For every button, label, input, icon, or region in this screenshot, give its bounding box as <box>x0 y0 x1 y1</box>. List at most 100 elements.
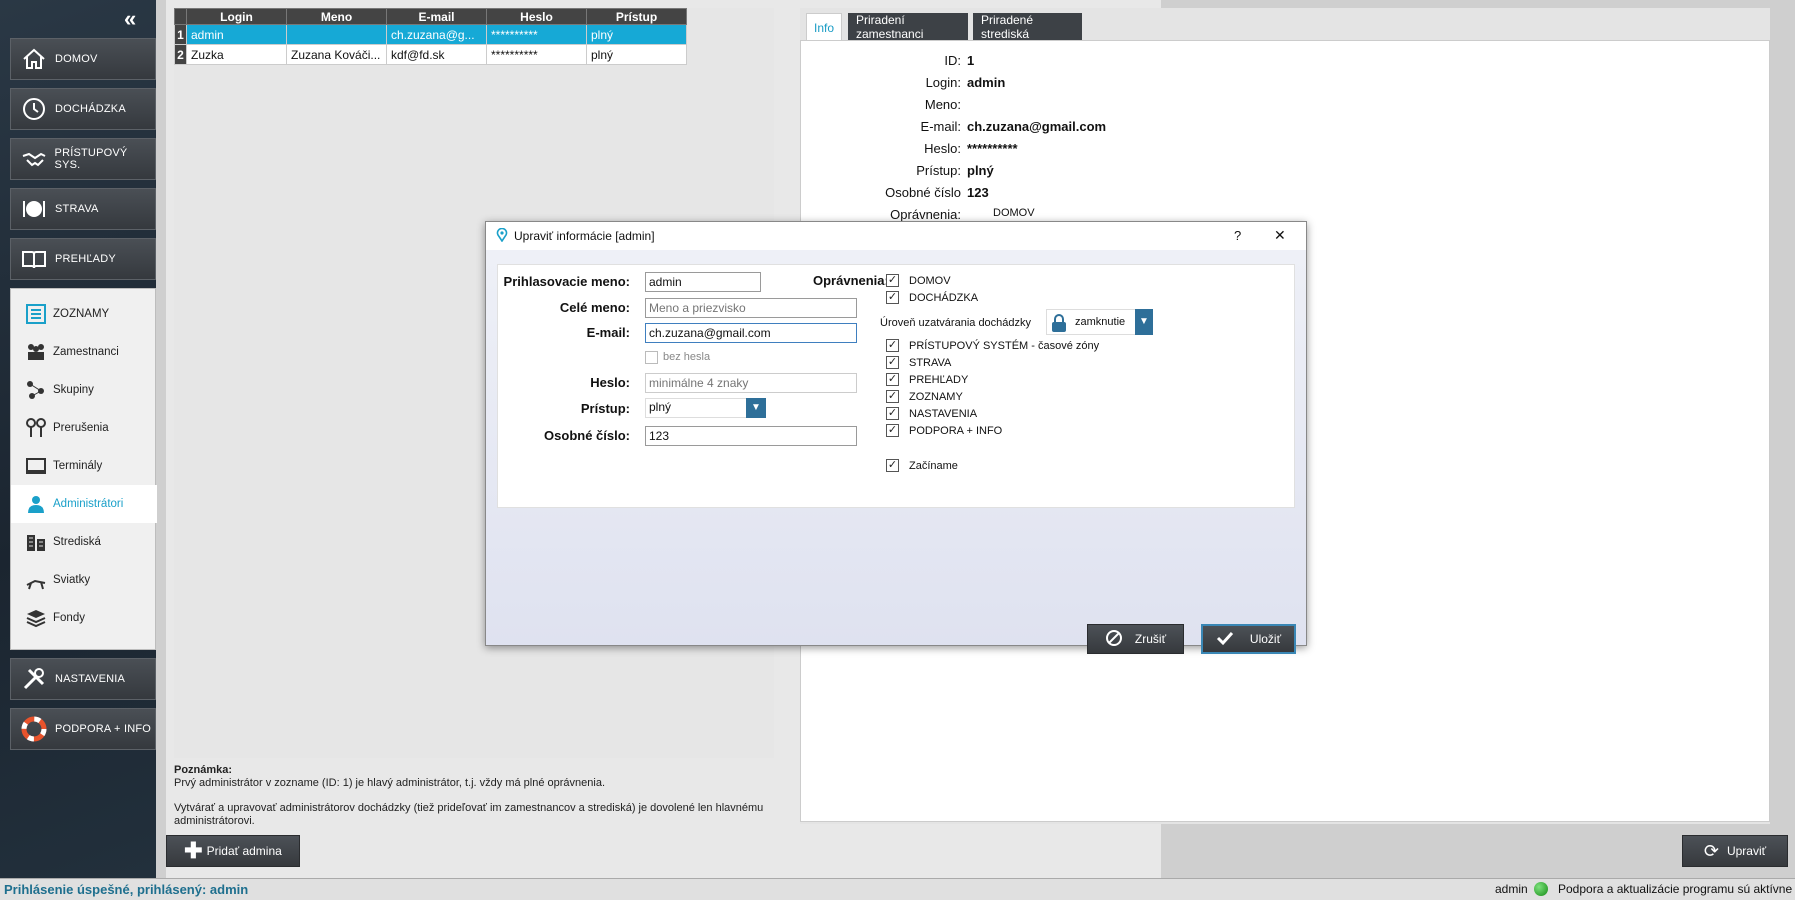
nav-label: STRAVA <box>55 203 99 215</box>
dialog-title: Upraviť informácie [admin] <box>514 229 655 243</box>
cell-pristup[interactable]: plný <box>586 44 687 65</box>
perm-checkbox-domov[interactable]: ✓ <box>886 274 899 287</box>
book-icon <box>19 244 49 274</box>
perm-checkbox[interactable]: ✓ <box>886 356 899 369</box>
sub-sviatky[interactable]: Sviatky <box>11 561 157 599</box>
nav-label: PRÍSTUPOVÝ SYS. <box>54 147 128 171</box>
nav-prehlady[interactable]: PREHĽADY <box>10 238 156 280</box>
cell-pristup[interactable]: plný <box>586 24 687 45</box>
fullname-label: Celé meno: <box>559 300 630 315</box>
sub-fondy[interactable]: Fondy <box>11 599 157 637</box>
sub-administratori[interactable]: Administrátori <box>11 485 157 523</box>
cancel-icon <box>1105 629 1123 650</box>
table-header-row: Login Meno E-mail Heslo Prístup <box>174 8 687 25</box>
col-pristup[interactable]: Prístup <box>586 8 687 25</box>
save-button[interactable]: Uložiť <box>1201 624 1296 654</box>
cell-email[interactable]: ch.zuzana@g... <box>386 24 487 45</box>
sub-terminaly[interactable]: Terminály <box>11 447 157 485</box>
access-select[interactable]: plný ▼ <box>645 398 766 418</box>
nopass-checkbox[interactable] <box>645 351 658 364</box>
groups-icon <box>23 379 49 401</box>
nopass-label: bez hesla <box>663 351 711 363</box>
info-label: Prístup: <box>916 163 961 178</box>
perm-label: PRÍSTUPOVÝ SYSTÉM - časové zóny <box>909 340 1100 352</box>
cell-meno[interactable]: Zuzana Kováči... <box>286 44 387 65</box>
access-label: Prístup: <box>580 401 630 416</box>
pin-icon <box>496 227 508 245</box>
tab-priradeni-zamestnanci[interactable]: Priradení zamestnanci <box>848 13 968 41</box>
perm-checkbox-dochadzka[interactable]: ✓ <box>886 291 899 304</box>
building-icon <box>23 531 49 553</box>
sub-zamestnanci[interactable]: Zamestnanci <box>11 333 157 371</box>
collapse-sidebar-icon[interactable]: « <box>124 8 146 30</box>
col-heslo[interactable]: Heslo <box>486 8 587 25</box>
sub-skupiny[interactable]: Skupiny <box>11 371 157 409</box>
perm-label: Začíname <box>909 460 958 472</box>
status-login: Prihlásenie úspešné, prihlásený: admin <box>4 882 249 897</box>
admin-table: Login Meno E-mail Heslo Prístup 1 admin … <box>174 8 687 65</box>
table-row[interactable]: 1 admin ch.zuzana@g... ********** plný <box>174 24 687 45</box>
cell-email[interactable]: kdf@fd.sk <box>386 44 487 65</box>
sub-zoznamy[interactable]: ZOZNAMY <box>11 295 157 333</box>
sub-label: Zamestnanci <box>53 346 119 358</box>
nav-label: DOMOV <box>55 53 98 65</box>
nav-dochadzka[interactable]: DOCHÁDZKA <box>10 88 156 130</box>
perm-checkbox[interactable]: ✓ <box>886 424 899 437</box>
cell-login[interactable]: Zuzka <box>186 44 287 65</box>
info-label: E-mail: <box>920 119 961 134</box>
login-input[interactable] <box>645 272 761 292</box>
note-title: Poznámka: <box>174 764 233 776</box>
cell-meno[interactable] <box>286 24 387 45</box>
nav-pristupovy[interactable]: PRÍSTUPOVÝ SYS. <box>10 138 156 180</box>
nav-domov[interactable]: DOMOV <box>10 38 156 80</box>
sub-prerusenia[interactable]: Prerušenia <box>11 409 157 447</box>
nav-label: DOCHÁDZKA <box>55 103 126 115</box>
cell-heslo[interactable]: ********** <box>486 44 587 65</box>
edit-admin-dialog: Upraviť informácie [admin] ? ✕ Prihlasov… <box>485 221 1307 654</box>
fullname-input[interactable] <box>645 298 857 318</box>
help-button[interactable]: ? <box>1234 228 1241 243</box>
cell-login[interactable]: admin <box>186 24 287 45</box>
perm-checkbox-zaciname[interactable]: ✓ <box>886 459 899 472</box>
info-perm-label: Oprávnenia: <box>890 207 961 222</box>
tab-info[interactable]: Info <box>806 13 842 41</box>
nav-strava[interactable]: STRAVA <box>10 188 156 230</box>
nav-podpora[interactable]: PODPORA + INFO <box>10 708 156 750</box>
list-icon <box>23 303 49 325</box>
cell-heslo[interactable]: ********** <box>486 24 587 45</box>
nav-nastavenia[interactable]: NASTAVENIA <box>10 658 156 700</box>
perm-label: NASTAVENIA <box>909 408 978 420</box>
email-input[interactable] <box>645 323 857 343</box>
number-input[interactable] <box>645 426 857 446</box>
sub-strediska[interactable]: Strediská <box>11 523 157 561</box>
password-input[interactable] <box>645 373 857 393</box>
col-meno[interactable]: Meno <box>286 8 387 25</box>
terminal-icon <box>23 455 49 477</box>
note-line2: Vytvárať a upravovať administrátorov doc… <box>174 802 764 827</box>
nav-label: PREHĽADY <box>55 253 116 265</box>
perm-label: DOCHÁDZKA <box>909 292 979 304</box>
level-select[interactable]: zamknutie ▼ <box>1046 309 1153 335</box>
status-bar: Prihlásenie úspešné, prihlásený: admin a… <box>0 878 1795 900</box>
perm-checkbox[interactable]: ✓ <box>886 390 899 403</box>
close-icon[interactable]: ✕ <box>1274 227 1286 244</box>
edit-button[interactable]: ⟳ Upraviť <box>1682 835 1788 867</box>
row-number: 2 <box>174 44 187 65</box>
perm-checkbox[interactable]: ✓ <box>886 373 899 386</box>
table-row[interactable]: 2 Zuzka Zuzana Kováči... kdf@fd.sk *****… <box>174 44 687 65</box>
tab-priradene-strediska[interactable]: Priradené strediská <box>973 13 1082 41</box>
cancel-button[interactable]: Zrušiť <box>1087 624 1184 654</box>
info-value: 1 <box>967 53 975 68</box>
plate-icon <box>19 194 49 224</box>
info-value: admin <box>967 75 1006 90</box>
save-label: Uložiť <box>1249 632 1282 646</box>
info-value: ch.zuzana@gmail.com <box>967 119 1107 134</box>
add-admin-button[interactable]: ✚ Pridať admina <box>166 835 300 867</box>
sub-label: Administrátori <box>53 498 124 510</box>
perm-checkbox[interactable]: ✓ <box>886 339 899 352</box>
nav-label: PODPORA + INFO <box>55 723 152 735</box>
col-email[interactable]: E-mail <box>386 8 487 25</box>
perm-label: PODPORA + INFO <box>909 425 1003 437</box>
perm-checkbox[interactable]: ✓ <box>886 407 899 420</box>
col-login[interactable]: Login <box>186 8 287 25</box>
